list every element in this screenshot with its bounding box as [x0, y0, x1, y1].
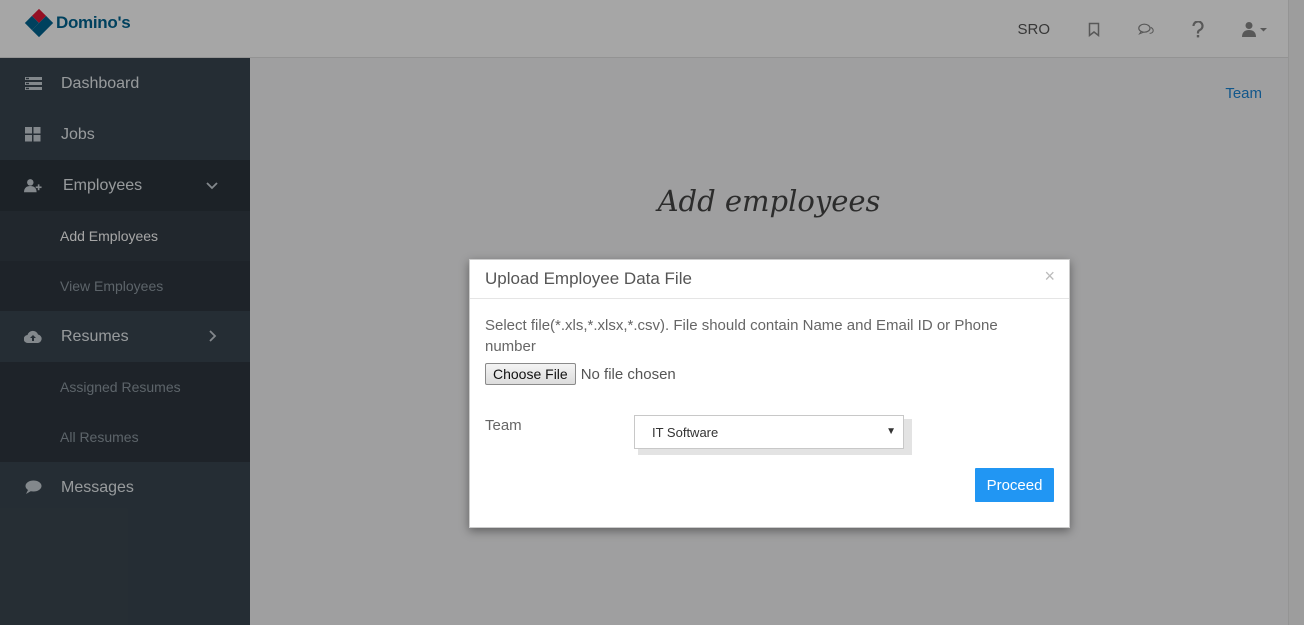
team-label: Team — [485, 417, 522, 434]
choose-file-button[interactable]: Choose File — [485, 363, 576, 385]
file-input[interactable]: Choose File No file chosen — [485, 363, 1054, 385]
file-status-text: No file chosen — [580, 365, 676, 383]
team-select-value: IT Software — [652, 424, 719, 440]
close-icon[interactable]: × — [1044, 266, 1055, 286]
upload-modal: Upload Employee Data File × Select file(… — [469, 259, 1070, 528]
proceed-button[interactable]: Proceed — [975, 468, 1054, 502]
team-select[interactable]: IT Software ▼ — [634, 415, 904, 449]
team-field-row: Team IT Software ▼ — [485, 415, 1054, 455]
caret-down-icon: ▼ — [886, 426, 896, 437]
modal-body: Select file(*.xls,*.xlsx,*.csv). File sh… — [470, 299, 1069, 455]
file-hint-text: Select file(*.xls,*.xlsx,*.csv). File sh… — [485, 317, 998, 355]
modal-title: Upload Employee Data File — [485, 269, 692, 288]
modal-header: Upload Employee Data File × — [470, 260, 1069, 299]
